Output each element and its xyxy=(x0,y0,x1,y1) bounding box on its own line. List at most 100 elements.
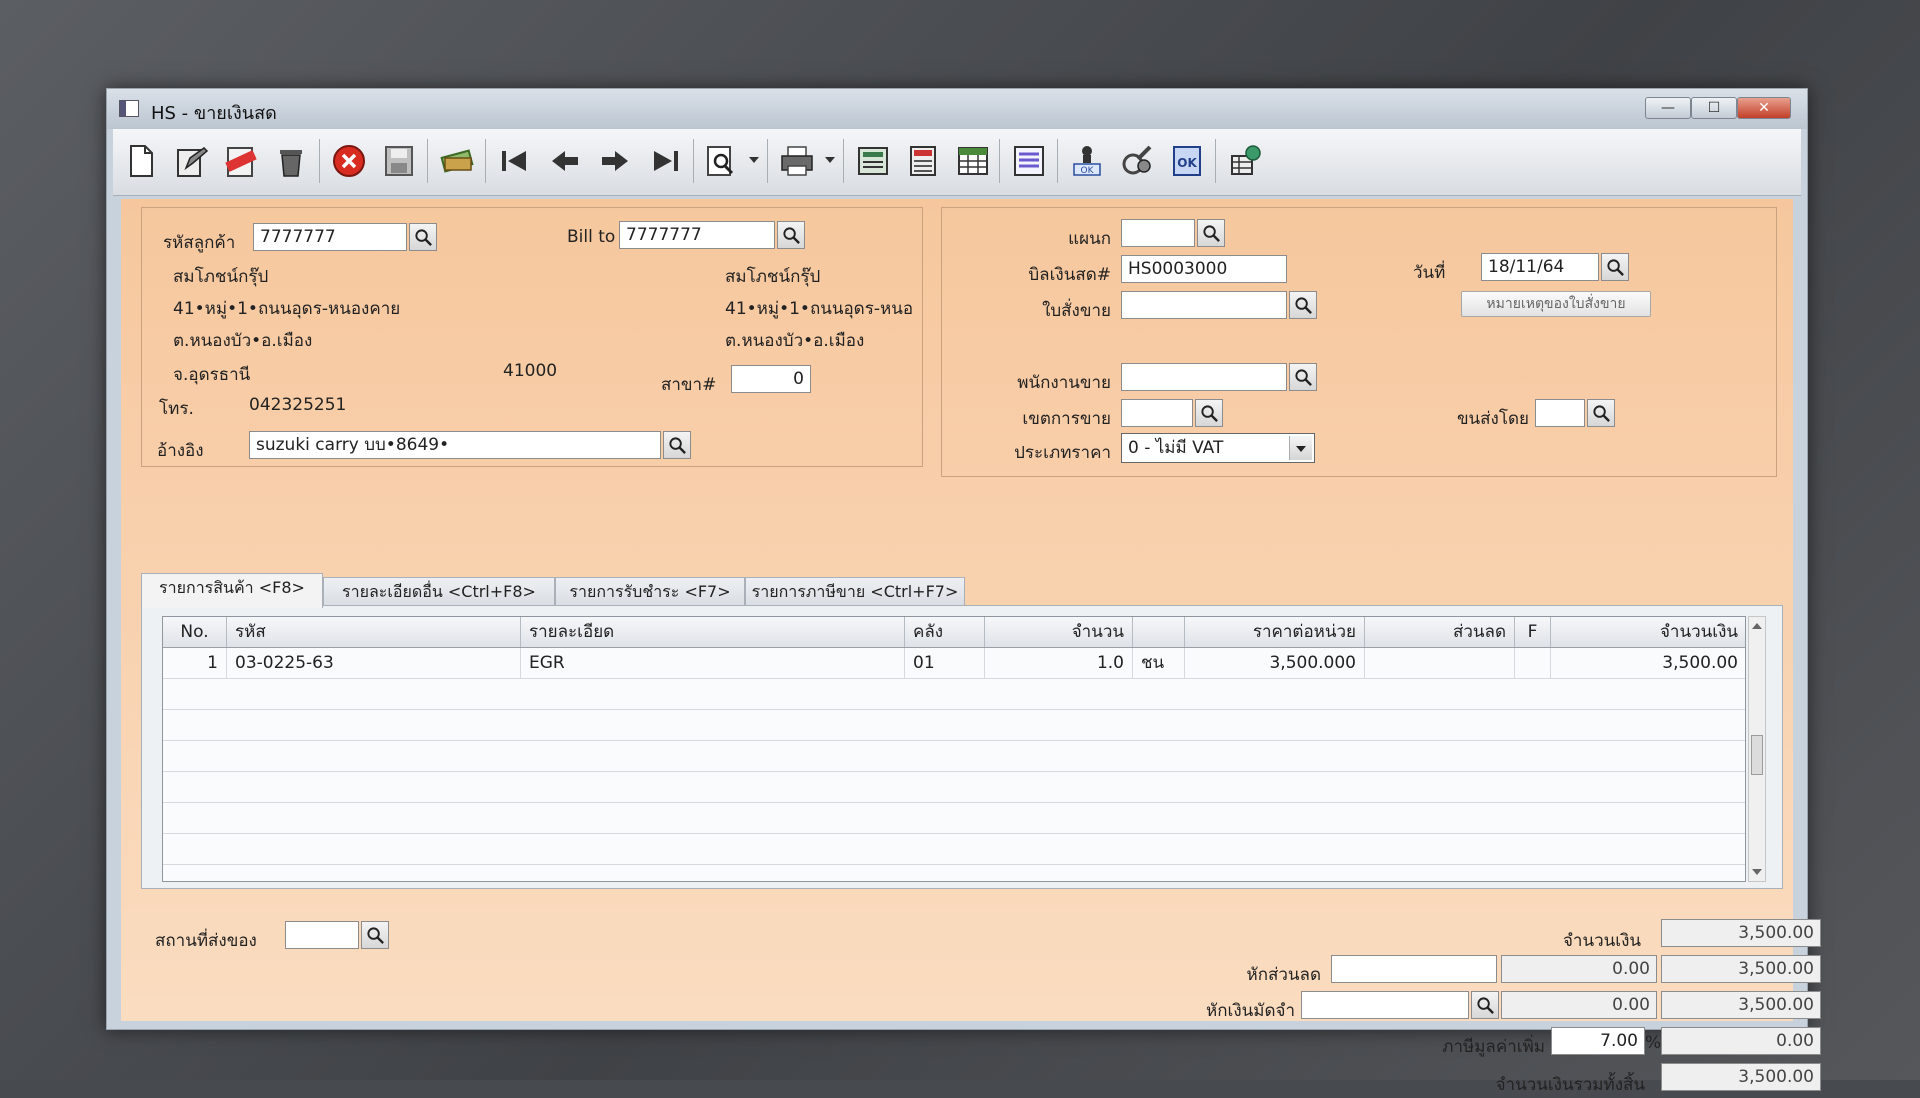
search-icon xyxy=(1593,405,1610,422)
table-row[interactable] xyxy=(163,741,1745,772)
last-record-icon[interactable] xyxy=(643,138,687,184)
ok-icon[interactable]: OK xyxy=(1165,138,1209,184)
cancel-icon[interactable] xyxy=(327,138,371,184)
col-warehouse[interactable]: คลัง xyxy=(905,617,985,647)
search-icon xyxy=(1477,997,1494,1014)
chevron-down-icon[interactable] xyxy=(1289,436,1312,460)
tab-other-details[interactable]: รายละเอียดอื่น <Ctrl+F8> xyxy=(323,577,555,607)
minimize-button[interactable]: — xyxy=(1645,97,1691,119)
first-record-icon[interactable] xyxy=(493,138,537,184)
grid-scrollbar[interactable] xyxy=(1748,616,1766,882)
title-bar[interactable]: HS - ขายเงินสด — ☐ ✕ xyxy=(107,89,1807,129)
table-row[interactable] xyxy=(163,772,1745,803)
date-input[interactable]: 18/11/64 xyxy=(1481,253,1599,281)
print-icon[interactable] xyxy=(775,138,819,184)
tab-items[interactable]: รายการสินค้า <F8> xyxy=(141,573,323,608)
sales-order-label: ใบสั่งขาย xyxy=(1042,301,1111,321)
form-icon[interactable] xyxy=(851,138,895,184)
salesman-input[interactable] xyxy=(1121,363,1287,391)
vat-label: ภาษีมูลค่าเพิ่ม xyxy=(1442,1037,1545,1057)
deposit-search-button[interactable] xyxy=(1471,991,1499,1019)
col-description[interactable]: รายละเอียด xyxy=(521,617,905,647)
shipping-search-button[interactable] xyxy=(1587,399,1615,427)
grid-header: No. รหัส รายละเอียด คลัง จำนวน ราคาต่อหน… xyxy=(163,617,1745,648)
new-doc-icon[interactable] xyxy=(119,138,163,184)
department-search-button[interactable] xyxy=(1197,219,1225,247)
col-unit[interactable] xyxy=(1133,617,1185,647)
table-row[interactable] xyxy=(163,679,1745,710)
tab-payments[interactable]: รายการรับชำระ <F7> xyxy=(555,577,745,607)
date-picker-button[interactable] xyxy=(1601,253,1629,281)
svg-text:OK: OK xyxy=(1177,156,1197,170)
col-quantity[interactable]: จำนวน xyxy=(985,617,1133,647)
report-icon[interactable] xyxy=(1007,138,1051,184)
discount-label: หักส่วนลด xyxy=(1246,965,1322,985)
customer-search-button[interactable] xyxy=(409,223,437,251)
cell-unit: ชน xyxy=(1133,648,1185,678)
search-dropdown-icon[interactable] xyxy=(749,157,759,163)
save-icon[interactable] xyxy=(377,138,421,184)
bill-to-name: สมโภชน์กรุ๊ป xyxy=(725,267,821,287)
scroll-down-icon[interactable] xyxy=(1752,869,1762,875)
next-record-icon[interactable] xyxy=(593,138,637,184)
maximize-button[interactable]: ☐ xyxy=(1691,97,1737,119)
cell-flag xyxy=(1515,648,1551,678)
scroll-thumb[interactable] xyxy=(1751,735,1763,775)
money-icon[interactable] xyxy=(435,138,479,184)
delivery-place-input[interactable] xyxy=(285,921,359,949)
sales-area-search-button[interactable] xyxy=(1195,399,1223,427)
bill-to-search-button[interactable] xyxy=(777,221,805,249)
sheet-icon[interactable] xyxy=(951,138,995,184)
customer-code-input[interactable]: 7777777 xyxy=(253,223,407,251)
reference-search-button[interactable] xyxy=(663,431,691,459)
col-flag[interactable]: F xyxy=(1515,617,1551,647)
cell-unit-price: 3,500.000 xyxy=(1185,648,1365,678)
delivery-place-search-button[interactable] xyxy=(361,921,389,949)
table-row[interactable] xyxy=(163,710,1745,741)
tool-icon[interactable] xyxy=(1115,138,1159,184)
discount-input[interactable] xyxy=(1331,955,1497,983)
tab-sales-tax[interactable]: รายการภาษีขาย <Ctrl+F7> xyxy=(745,577,965,607)
price-type-select[interactable]: 0 - ไม่มี VAT xyxy=(1121,433,1315,463)
calculator-icon[interactable] xyxy=(901,138,945,184)
col-amount[interactable]: จำนวนเงิน xyxy=(1551,617,1745,647)
sales-order-search-button[interactable] xyxy=(1289,291,1317,319)
scroll-up-icon[interactable] xyxy=(1752,623,1762,629)
approve-icon[interactable]: OK xyxy=(1065,138,1109,184)
items-grid[interactable]: No. รหัส รายละเอียด คลัง จำนวน ราคาต่อหน… xyxy=(162,616,1746,882)
col-unit-price[interactable]: ราคาต่อหน่วย xyxy=(1185,617,1365,647)
close-button[interactable]: ✕ xyxy=(1737,97,1791,119)
table-row[interactable] xyxy=(163,803,1745,834)
col-no[interactable]: No. xyxy=(163,617,227,647)
deposit-input[interactable] xyxy=(1301,991,1469,1019)
branch-input[interactable]: 0 xyxy=(731,365,811,393)
col-discount[interactable]: ส่วนลด xyxy=(1365,617,1515,647)
vat-rate-input[interactable]: 7.00 xyxy=(1551,1027,1645,1055)
reference-label: อ้างอิง xyxy=(157,441,204,461)
department-input[interactable] xyxy=(1121,219,1195,247)
col-code[interactable]: รหัส xyxy=(227,617,521,647)
cash-bill-number-input[interactable]: HS0003000 xyxy=(1121,255,1287,283)
sales-area-label: เขตการขาย xyxy=(1022,409,1111,429)
table-row[interactable] xyxy=(163,834,1745,865)
search-doc-icon[interactable] xyxy=(699,138,743,184)
table-row[interactable]: 1 03-0225-63 EGR 01 1.0 ชน 3,500.000 3,5… xyxy=(163,648,1745,679)
sales-area-input[interactable] xyxy=(1121,399,1193,427)
cell-quantity: 1.0 xyxy=(985,648,1133,678)
previous-record-icon[interactable] xyxy=(543,138,587,184)
toolbar: OK OK xyxy=(113,129,1801,196)
void-icon[interactable] xyxy=(219,138,263,184)
cell-code: 03-0225-63 xyxy=(227,648,521,678)
shipping-input[interactable] xyxy=(1535,399,1585,427)
delivery-place-label: สถานที่ส่งของ xyxy=(155,931,257,951)
bill-to-input[interactable]: 7777777 xyxy=(619,221,775,249)
trash-icon[interactable] xyxy=(269,138,313,184)
print-dropdown-icon[interactable] xyxy=(825,157,835,163)
shipping-label: ขนส่งโดย xyxy=(1456,409,1529,429)
sales-order-note-button[interactable]: หมายเหตุของใบสั่งขาย xyxy=(1461,291,1651,317)
sales-order-input[interactable] xyxy=(1121,291,1287,319)
reference-input[interactable]: suzuki carry บบ•8649• xyxy=(249,431,661,459)
salesman-search-button[interactable] xyxy=(1289,363,1317,391)
edit-icon[interactable] xyxy=(169,138,213,184)
network-icon[interactable] xyxy=(1223,138,1267,184)
